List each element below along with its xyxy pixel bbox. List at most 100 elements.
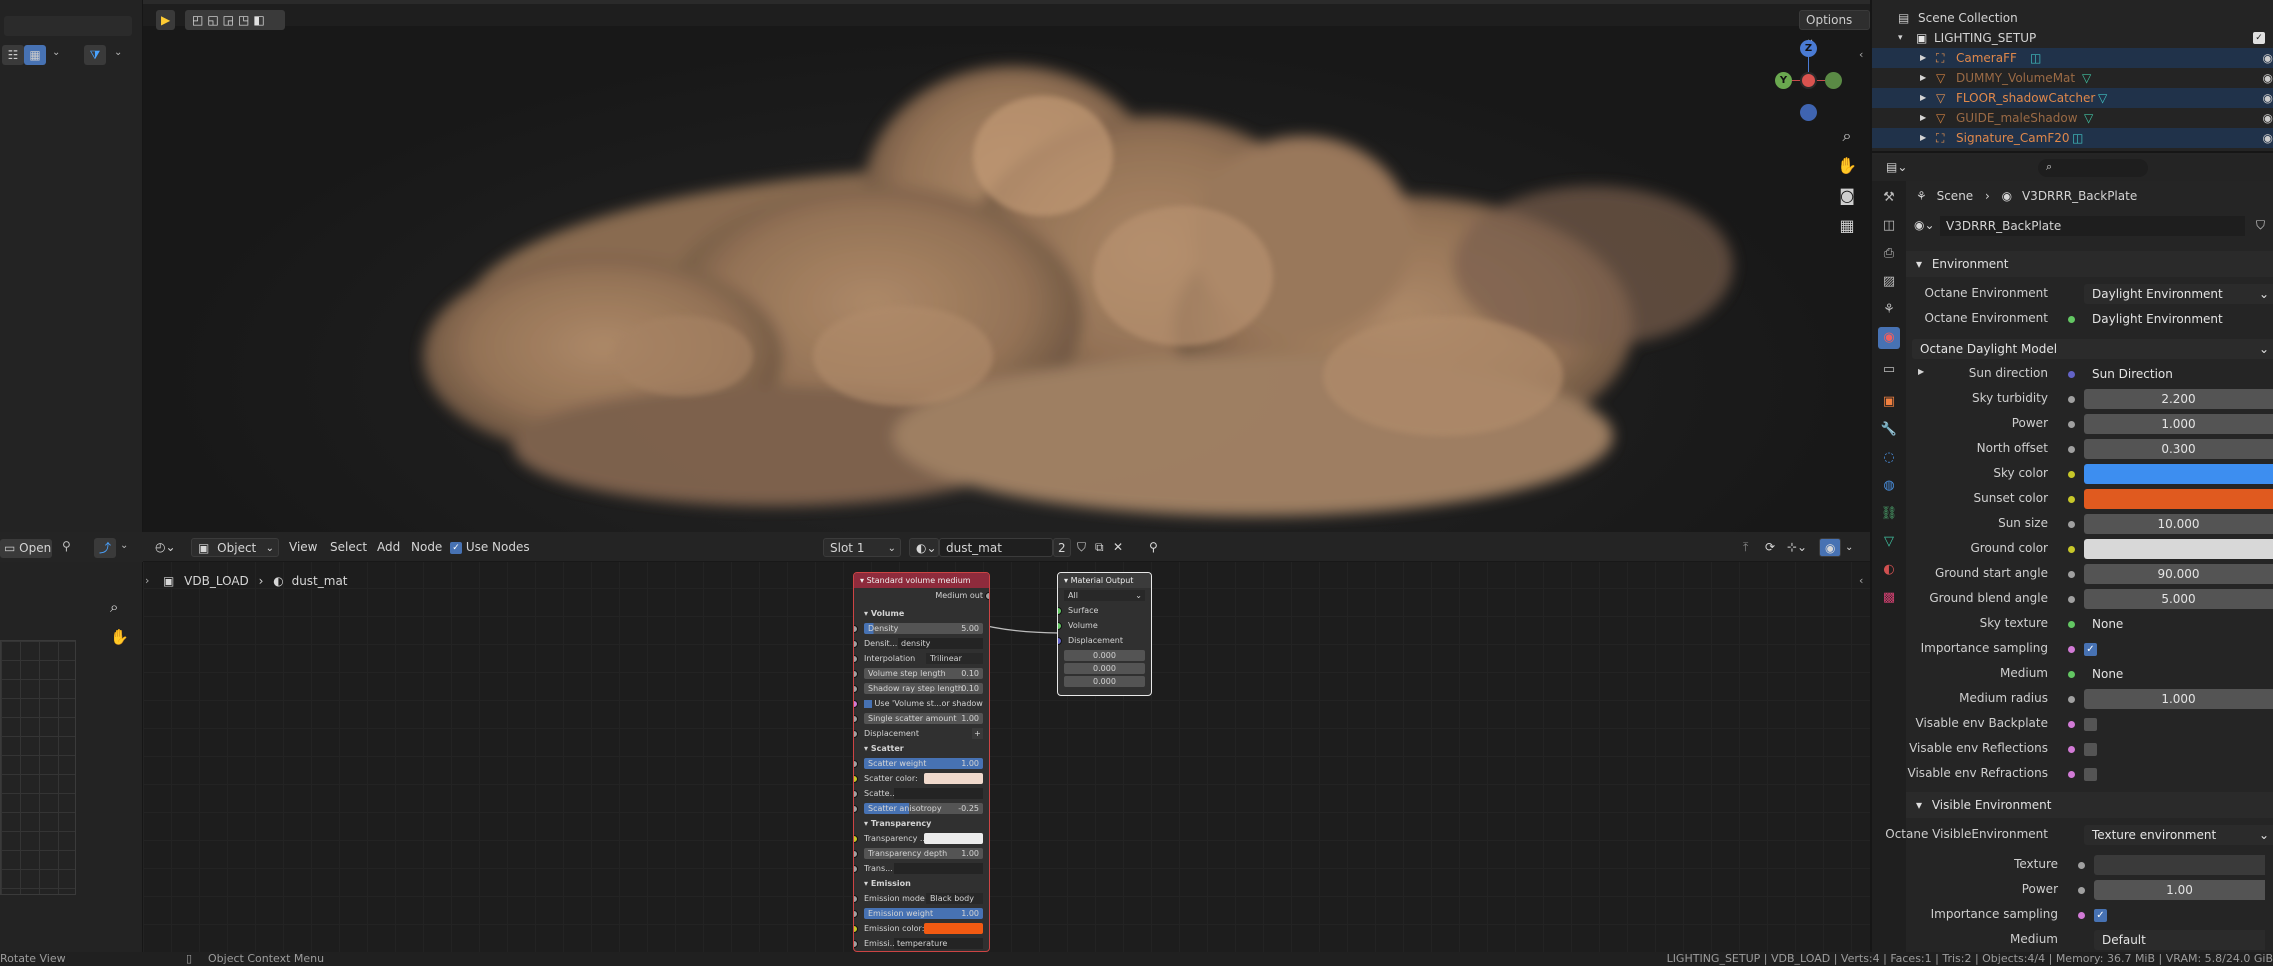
socket-dot[interactable] bbox=[2068, 316, 2075, 323]
expand-arrow-icon[interactable]: ▶ bbox=[1920, 108, 1926, 128]
node-header[interactable]: ▾ Standard volume medium bbox=[854, 573, 989, 588]
gizmo-z-axis[interactable]: Z bbox=[1800, 40, 1817, 57]
trans-grid-field[interactable] bbox=[894, 863, 983, 874]
emission-color-row[interactable]: Emission color: bbox=[854, 921, 989, 936]
view-chevron-icon[interactable]: ⌄ bbox=[52, 47, 60, 58]
socket-dot[interactable] bbox=[2068, 371, 2075, 378]
north-offset-field[interactable]: 0.300 bbox=[2084, 439, 2273, 459]
outliner-item[interactable]: ▶ ▽ FLOOR_shadowCatcher ▽ ◉ bbox=[1872, 88, 2273, 108]
emission-grid-value[interactable]: temperature bbox=[894, 938, 983, 949]
density-grid-row[interactable]: Densit... density bbox=[854, 636, 989, 651]
eye-icon[interactable]: ◉ bbox=[2263, 68, 2273, 88]
modifier-tab-icon[interactable]: 🔧 bbox=[1878, 419, 1900, 441]
ground-blend-field[interactable]: 5.000 bbox=[2084, 589, 2273, 609]
socket-dot[interactable] bbox=[2068, 621, 2075, 628]
transparency-color-swatch[interactable] bbox=[924, 833, 983, 844]
input-socket[interactable] bbox=[854, 910, 858, 918]
socket-dot[interactable] bbox=[2078, 912, 2085, 919]
sunset-color-swatch[interactable] bbox=[2084, 489, 2273, 509]
3d-viewport[interactable]: ▶ ◰◱◲◳◧ Options ⌄ ‹ bbox=[143, 0, 1870, 532]
medium-row[interactable]: Medium None bbox=[1906, 662, 2273, 687]
density-field[interactable]: Density 5.00 bbox=[864, 623, 983, 634]
vis-refractions-row[interactable]: Visable env Refractions bbox=[1906, 762, 2273, 787]
vis-importance-row[interactable]: Importance sampling ✓ bbox=[1906, 903, 2273, 928]
collection-tab-icon[interactable]: ▭ bbox=[1878, 359, 1900, 381]
volume-step-field[interactable]: Volume step length 0.10 bbox=[864, 668, 983, 679]
vis-medium-field[interactable]: Default bbox=[2094, 930, 2265, 950]
socket-dot[interactable] bbox=[2068, 496, 2075, 503]
scatter-color-swatch[interactable] bbox=[924, 773, 983, 784]
input-socket[interactable] bbox=[854, 625, 858, 633]
socket-dot[interactable] bbox=[2068, 421, 2075, 428]
sky-turbidity-row[interactable]: Sky turbidity 2.200 bbox=[1906, 387, 2273, 412]
input-socket[interactable] bbox=[1058, 607, 1062, 615]
emission-mode-row[interactable]: Emission mode Black body bbox=[854, 891, 989, 906]
octane-env-dropdown[interactable]: Daylight Environment ⌄ bbox=[2084, 284, 2273, 304]
input-socket[interactable] bbox=[854, 790, 858, 798]
render-tab-icon[interactable]: ◫ bbox=[1878, 215, 1900, 237]
surface-row[interactable]: Surface bbox=[1058, 603, 1151, 618]
scatter-weight-field[interactable]: Scatter weight 1.00 bbox=[864, 758, 983, 769]
expand-arrow-icon[interactable]: ▶ bbox=[1920, 48, 1926, 68]
scene-tab-icon[interactable]: ⚘ bbox=[1878, 299, 1900, 321]
data-tab-icon[interactable]: ▽ bbox=[1878, 531, 1900, 553]
socket-dot[interactable] bbox=[2068, 546, 2075, 553]
vis-reflections-row[interactable]: Visable env Reflections bbox=[1906, 737, 2273, 762]
input-socket[interactable] bbox=[854, 670, 858, 678]
sun-direction-row[interactable]: ▶ Sun direction Sun Direction bbox=[1906, 362, 2273, 387]
single-scatter-row[interactable]: Single scatter amount 1.00 bbox=[854, 711, 989, 726]
world-selector[interactable]: ◉⌄ V3DRRR_BackPlate ⛉ bbox=[1914, 216, 2273, 236]
physics-tab-icon[interactable]: ◍ bbox=[1878, 475, 1900, 497]
gizmo-y-axis[interactable]: Y bbox=[1775, 72, 1792, 89]
environment-panel-header[interactable]: ▾ Environment bbox=[1906, 251, 2273, 277]
input-socket[interactable] bbox=[854, 940, 858, 948]
ground-start-field[interactable]: 90.000 bbox=[2084, 564, 2273, 584]
sky-texture-row[interactable]: Sky texture None bbox=[1906, 612, 2273, 637]
sky-turbidity-field[interactable]: 2.200 bbox=[2084, 389, 2273, 409]
outliner[interactable]: ▤ Scene Collection ▾ ▣ LIGHTING_SETUP ✓ … bbox=[1872, 0, 2273, 153]
eye-icon[interactable]: ◉ bbox=[2263, 88, 2273, 108]
constraints-tab-icon[interactable]: ⛓ bbox=[1878, 503, 1900, 525]
hand-pan-icon[interactable]: ✋ bbox=[1834, 154, 1860, 178]
sunset-color-row[interactable]: Sunset color bbox=[1906, 487, 2273, 512]
outliner-item[interactable]: ▶ ▽ GUIDE_maleShadow ▽ ◉ bbox=[1872, 108, 2273, 128]
input-socket[interactable] bbox=[854, 805, 858, 813]
use-volume-step-row[interactable]: Use 'Volume st...or shadow rays bbox=[854, 696, 989, 723]
particles-tab-icon[interactable]: ◌ bbox=[1878, 447, 1900, 469]
pin-icon[interactable]: ⚲ bbox=[62, 539, 71, 553]
emission-mode-dropdown[interactable]: Black body bbox=[926, 893, 983, 904]
scatter-aniso-field[interactable]: Scatter anisotropy -0.25 bbox=[864, 803, 983, 814]
interpolation-dropdown[interactable]: Trilinear bbox=[926, 653, 983, 664]
power-field[interactable]: 1.000 bbox=[2084, 414, 2273, 434]
sun-size-row[interactable]: Sun size 10.000 bbox=[1906, 512, 2273, 537]
density-grid-value[interactable]: density bbox=[898, 638, 983, 649]
expand-arrow-icon[interactable]: ▶ bbox=[1920, 88, 1926, 108]
material-tab-icon[interactable]: ◐ bbox=[1878, 559, 1900, 581]
emission-weight-field[interactable]: Emission weight 1.00 bbox=[864, 908, 983, 919]
shader-node-editor[interactable]: ◴⌄ ▣ Object ⌄ View Select Add Node ✓ Use… bbox=[143, 532, 1870, 952]
daylight-model-dropdown[interactable]: Octane Daylight Model ⌄ bbox=[1912, 339, 2273, 359]
medium-radius-field[interactable]: 1.000 bbox=[2084, 689, 2273, 709]
input-socket[interactable] bbox=[854, 685, 858, 693]
vis-medium-row[interactable]: Medium Default bbox=[1906, 928, 2273, 953]
outliner-item[interactable]: ▶ ⛶ CameraFF ◫ ◉ bbox=[1872, 48, 2273, 68]
eye-icon[interactable]: ◉ bbox=[2263, 108, 2273, 128]
texture-tab-icon[interactable]: ▩ bbox=[1878, 587, 1900, 609]
medium-radius-row[interactable]: Medium radius 1.000 bbox=[1906, 687, 2273, 712]
world-name-field[interactable]: V3DRRR_BackPlate bbox=[1940, 216, 2245, 236]
input-socket[interactable] bbox=[854, 865, 858, 873]
input-socket[interactable] bbox=[854, 925, 858, 933]
ground-blend-row[interactable]: Ground blend angle 5.000 bbox=[1906, 587, 2273, 612]
sky-texture-field[interactable]: None bbox=[2084, 614, 2273, 634]
input-socket[interactable] bbox=[1058, 622, 1062, 630]
outliner-item[interactable]: ▶ ▽ DUMMY_VolumeMat ▽ ◉ bbox=[1872, 68, 2273, 88]
input-socket[interactable] bbox=[854, 655, 858, 663]
socket-dot[interactable] bbox=[2068, 446, 2075, 453]
texture-field[interactable] bbox=[2094, 855, 2265, 875]
fake-user-shield-icon[interactable]: ⛉ bbox=[2256, 218, 2265, 233]
socket-dot[interactable] bbox=[2068, 671, 2075, 678]
target-row[interactable]: All ⌄ bbox=[1058, 588, 1151, 603]
octane-vis-dropdown[interactable]: Texture environment ⌄ bbox=[2084, 825, 2273, 845]
volume-medium-node[interactable]: ▾ Standard volume medium Medium out ▾ Vo… bbox=[853, 572, 990, 952]
expand-arrow-icon[interactable]: ▾ bbox=[1898, 28, 1903, 48]
